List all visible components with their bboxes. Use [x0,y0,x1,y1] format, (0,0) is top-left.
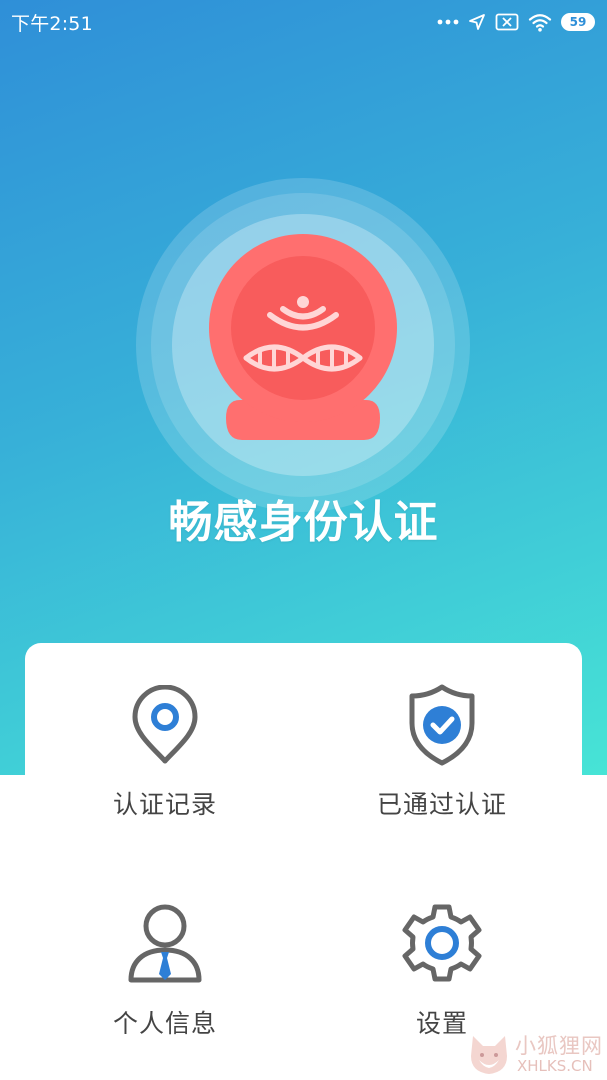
menu-card: 认证记录 已通过认证 个人信息 设置 [25,643,582,1080]
watermark-en: XHLKS.CN [517,1057,593,1075]
fox-logo-icon [467,1030,511,1080]
status-time: 下午2:51 [11,13,93,35]
menu-item-personal-info[interactable]: 个人信息 [25,858,305,1058]
dna-wifi-device-icon [136,178,470,512]
shield-check-icon [406,683,478,771]
status-bar: 下午2:51 59 [0,0,607,44]
watermark-cn: 小狐狸网 [515,1034,603,1058]
gear-icon [401,902,483,988]
more-dots-icon [437,18,459,26]
battery-indicator: 59 [561,13,595,31]
location-arrow-icon [468,13,486,31]
menu-label-passed-auth: 已通过认证 [376,790,507,819]
watermark: 小狐狸网 XHLKS.CN [465,1028,607,1080]
location-pin-icon [130,684,200,769]
app-title: 畅感身份认证 [168,497,439,548]
no-sim-icon [495,13,519,31]
menu-item-auth-records[interactable]: 认证记录 [25,643,305,843]
menu-item-passed-auth[interactable]: 已通过认证 [302,643,582,843]
menu-label-personal-info: 个人信息 [112,1009,217,1038]
status-icons: 59 [437,9,595,35]
person-tie-icon [125,902,205,988]
wifi-icon [528,13,552,32]
menu-label-auth-records: 认证记录 [112,790,217,819]
app-logo [136,178,470,512]
